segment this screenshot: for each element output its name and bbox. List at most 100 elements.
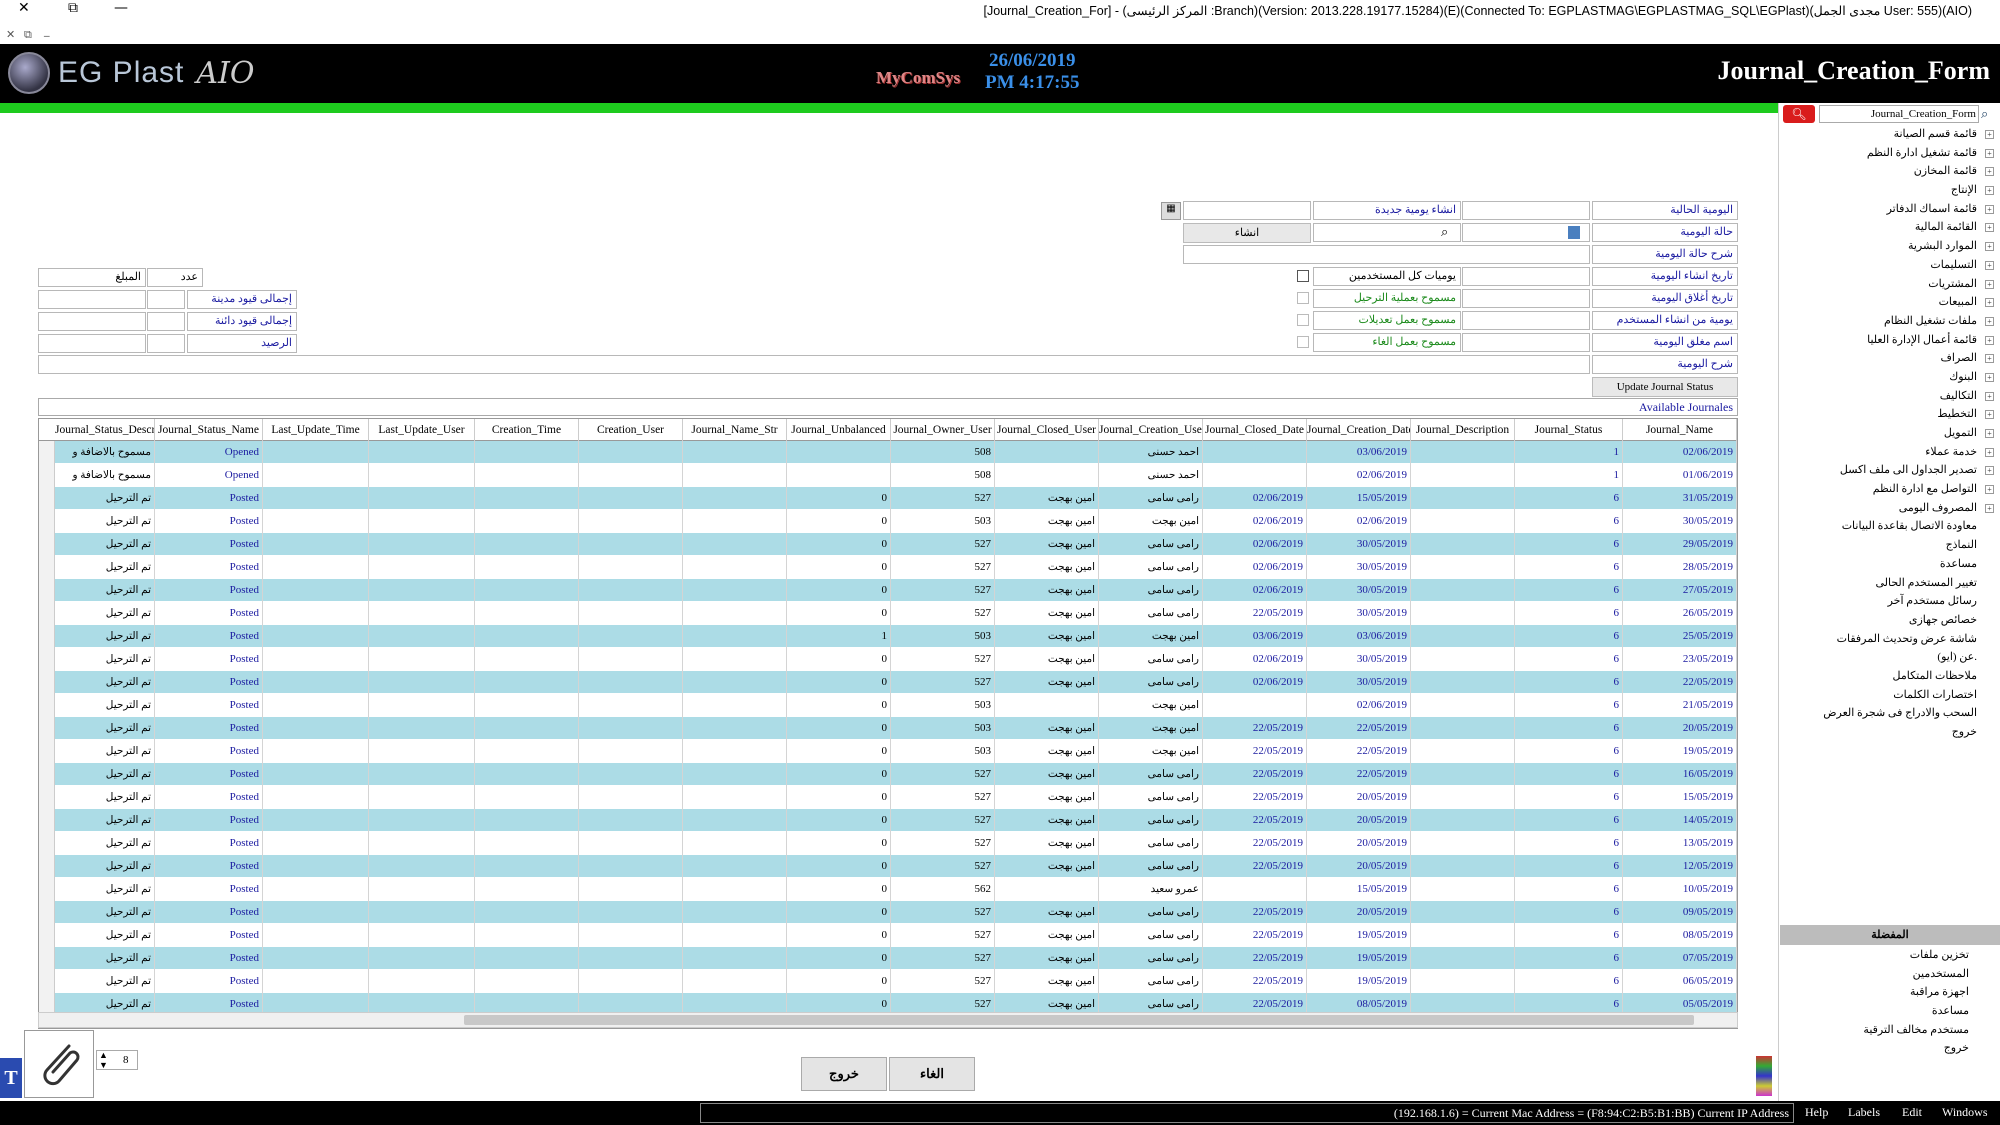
grid-vertical-scrollbar[interactable]	[39, 441, 55, 1028]
attachments-button[interactable]	[24, 1030, 94, 1098]
table-row[interactable]: مسموح بالاضافة و Opened 508 احمد حسنى 03/06/…	[39, 441, 1737, 464]
allow-edit-checkbox[interactable]	[1297, 314, 1309, 326]
table-cell[interactable]	[1411, 740, 1515, 763]
expand-icon[interactable]: +	[1985, 429, 1994, 438]
table-cell[interactable]	[475, 579, 579, 602]
table-cell[interactable]: 0	[787, 533, 891, 556]
table-cell[interactable]	[683, 510, 787, 533]
current-journal-field[interactable]	[1462, 201, 1590, 220]
table-cell[interactable]	[579, 533, 683, 556]
table-cell[interactable]	[263, 901, 369, 924]
table-cell[interactable]	[263, 947, 369, 970]
table-cell[interactable]: امين بهجت	[995, 556, 1099, 579]
table-cell[interactable]: Posted	[155, 832, 263, 855]
table-cell[interactable]: تم الترحيل	[55, 625, 155, 648]
sidebar-menu-item[interactable]: البنوك +	[1779, 368, 1997, 387]
table-cell[interactable]: Posted	[155, 763, 263, 786]
table-cell[interactable]: 02/06/2019	[1203, 533, 1307, 556]
table-cell[interactable]	[263, 878, 369, 901]
table-cell[interactable]: 30/05/2019	[1307, 602, 1411, 625]
table-cell[interactable]: 20/05/2019	[1623, 717, 1737, 740]
table-row[interactable]: تم الترحيل Posted 0 562 عمرو سعيد 15/05/2019 6…	[39, 878, 1737, 901]
sidebar-search-button[interactable]: 🔍︎	[1783, 105, 1815, 123]
table-cell[interactable]: 20/05/2019	[1307, 786, 1411, 809]
close-icon[interactable]: ✕	[18, 0, 30, 16]
table-cell[interactable]	[1411, 441, 1515, 464]
table-cell[interactable]: Posted	[155, 533, 263, 556]
table-cell[interactable]: تم الترحيل	[55, 947, 155, 970]
sidebar-menu-item[interactable]: التواصل مع ادارة النظم +	[1779, 480, 1997, 499]
table-cell[interactable]: 12/05/2019	[1623, 855, 1737, 878]
table-cell[interactable]: 6	[1515, 878, 1623, 901]
table-cell[interactable]: تم الترحيل	[55, 970, 155, 993]
table-cell[interactable]: احمد حسنى	[1099, 441, 1203, 464]
table-cell[interactable]: امين بهجت	[1099, 740, 1203, 763]
table-cell[interactable]: 25/05/2019	[1623, 625, 1737, 648]
table-row[interactable]: تم الترحيل Posted 0 527 امين بهجت رامى سامى 02…	[39, 579, 1737, 602]
table-cell[interactable]	[475, 671, 579, 694]
table-cell[interactable]: 02/06/2019	[1203, 648, 1307, 671]
table-cell[interactable]: تم الترحيل	[55, 786, 155, 809]
mdi-minimize-icon[interactable]: _	[44, 24, 50, 37]
column-header[interactable]: Last_Update_Time	[263, 419, 369, 441]
sidebar-menu-item[interactable]: شاشة عرض وتحديث المرفقات	[1779, 630, 1997, 649]
column-header[interactable]: Journal_Creation_User	[1099, 419, 1203, 441]
table-cell[interactable]: 30/05/2019	[1623, 510, 1737, 533]
table-row[interactable]: تم الترحيل Posted 0 527 امين بهجت رامى سامى 22…	[39, 602, 1737, 625]
table-cell[interactable]	[263, 809, 369, 832]
menu-edit[interactable]: Edit	[1902, 1105, 1922, 1120]
table-cell[interactable]: امين بهجت	[1099, 510, 1203, 533]
table-cell[interactable]: 02/06/2019	[1203, 510, 1307, 533]
table-cell[interactable]: 22/05/2019	[1203, 602, 1307, 625]
table-cell[interactable]: Posted	[155, 855, 263, 878]
table-cell[interactable]: تم الترحيل	[55, 648, 155, 671]
table-cell[interactable]: امين بهجت	[995, 970, 1099, 993]
table-cell[interactable]	[579, 809, 683, 832]
favorite-item[interactable]: خروج	[1779, 1039, 1989, 1058]
table-cell[interactable]	[683, 740, 787, 763]
table-cell[interactable]: 31/05/2019	[1623, 487, 1737, 510]
table-cell[interactable]	[1411, 901, 1515, 924]
table-cell[interactable]: 02/06/2019	[1203, 487, 1307, 510]
table-cell[interactable]: 527	[891, 970, 995, 993]
table-cell[interactable]: Posted	[155, 487, 263, 510]
allow-carry-checkbox[interactable]	[1297, 292, 1309, 304]
table-cell[interactable]: احمد حسنى	[1099, 464, 1203, 487]
table-cell[interactable]: امين بهجت	[995, 510, 1099, 533]
table-cell[interactable]	[1411, 763, 1515, 786]
table-cell[interactable]: رامى سامى	[1099, 901, 1203, 924]
table-row[interactable]: تم الترحيل Posted 0 527 امين بهجت رامى سامى 22…	[39, 809, 1737, 832]
table-cell[interactable]	[683, 533, 787, 556]
grid-horizontal-scrollbar[interactable]	[38, 1012, 1738, 1028]
table-cell[interactable]	[683, 464, 787, 487]
expand-icon[interactable]: +	[1985, 466, 1994, 476]
table-cell[interactable]	[579, 602, 683, 625]
table-cell[interactable]	[683, 556, 787, 579]
table-cell[interactable]: 19/05/2019	[1307, 970, 1411, 993]
table-cell[interactable]	[369, 878, 475, 901]
table-row[interactable]: تم الترحيل Posted 0 527 امين بهجت رامى سامى 02…	[39, 533, 1737, 556]
spin-up-icon[interactable]: ▲	[99, 1051, 108, 1060]
table-cell[interactable]: 22/05/2019	[1203, 924, 1307, 947]
table-cell[interactable]: مسموح بالاضافة و	[55, 441, 155, 464]
favorite-item[interactable]: المستخدمين	[1779, 965, 1989, 984]
table-cell[interactable]: رامى سامى	[1099, 671, 1203, 694]
table-cell[interactable]: 20/05/2019	[1307, 832, 1411, 855]
table-cell[interactable]: 0	[787, 556, 891, 579]
table-cell[interactable]: 6	[1515, 740, 1623, 763]
sidebar-menu-item[interactable]: اختصارات الكلمات	[1779, 686, 1997, 705]
table-cell[interactable]	[683, 763, 787, 786]
table-cell[interactable]: 30/05/2019	[1307, 648, 1411, 671]
created-by-field[interactable]	[1462, 311, 1590, 330]
table-cell[interactable]: 0	[787, 970, 891, 993]
table-cell[interactable]: 0	[787, 602, 891, 625]
sidebar-menu-item[interactable]: مساعدة	[1779, 555, 1997, 574]
table-cell[interactable]: Posted	[155, 671, 263, 694]
table-cell[interactable]	[683, 786, 787, 809]
sidebar-menu-item[interactable]: ملفات تشغيل النظام +	[1779, 312, 1997, 331]
table-cell[interactable]	[475, 533, 579, 556]
table-cell[interactable]: 0	[787, 878, 891, 901]
table-row[interactable]: تم الترحيل Posted 0 527 امين بهجت رامى سامى 22…	[39, 786, 1737, 809]
expand-icon[interactable]: +	[1985, 354, 1994, 364]
table-cell[interactable]: تم الترحيل	[55, 717, 155, 740]
